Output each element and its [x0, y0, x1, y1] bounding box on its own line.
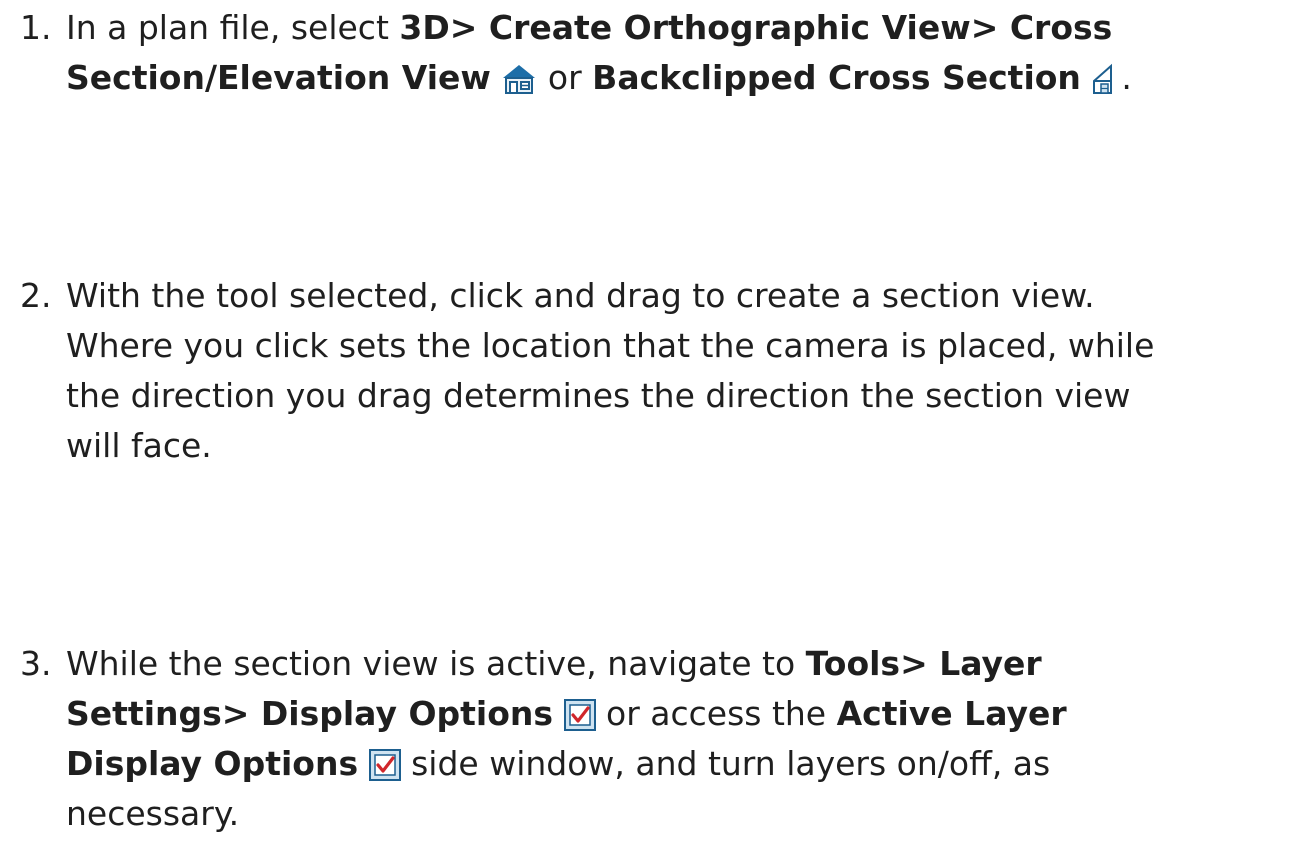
step-text: In a plan file, select — [66, 8, 400, 47]
step-number: 1. — [20, 8, 52, 47]
step-3-line-1: While the section view is active, naviga… — [66, 640, 1042, 688]
menu-item-name: Settings> Display Options — [66, 694, 554, 733]
step-3-line-4: necessary. — [66, 794, 240, 833]
menu-item-name: Active Layer — [836, 694, 1067, 733]
step-2-line-3: the direction you drag determines the di… — [66, 376, 1131, 415]
step-number: 3. — [20, 644, 52, 683]
house-elevation-icon — [501, 60, 537, 108]
step-text: or access the — [595, 694, 837, 733]
display-options-checkbox-icon — [563, 696, 596, 744]
step-3-line-2: Settings> Display Options or access the … — [66, 690, 1067, 744]
display-options-checkbox-icon — [368, 746, 401, 794]
menu-path: 3D> Create Orthographic View> Cross — [399, 8, 1113, 47]
step-text: side window, and turn layers on/off, as — [400, 744, 1051, 783]
menu-item-name: Display Options — [66, 744, 359, 783]
step-2-line-1: With the tool selected, click and drag t… — [66, 276, 1095, 315]
menu-path: Tools> Layer — [805, 644, 1042, 683]
step-text: . — [1121, 58, 1132, 97]
backclipped-section-icon — [1091, 60, 1121, 108]
step-2-line-2: Where you click sets the location that t… — [66, 326, 1155, 365]
step-text: While the section view is active, naviga… — [66, 644, 806, 683]
step-1-line-1: In a plan file, select 3D> Create Orthog… — [66, 4, 1112, 52]
step-number: 2. — [20, 276, 52, 315]
menu-item-name: Backclipped Cross Section — [592, 58, 1081, 97]
step-text: or — [537, 58, 593, 97]
step-1-line-2: Section/Elevation View or Backclipped Cr… — [66, 54, 1132, 108]
step-2-line-4: will face. — [66, 426, 212, 465]
step-3-line-3: Display Options side window, and turn la… — [66, 740, 1050, 794]
menu-item-name: Section/Elevation View — [66, 58, 491, 97]
